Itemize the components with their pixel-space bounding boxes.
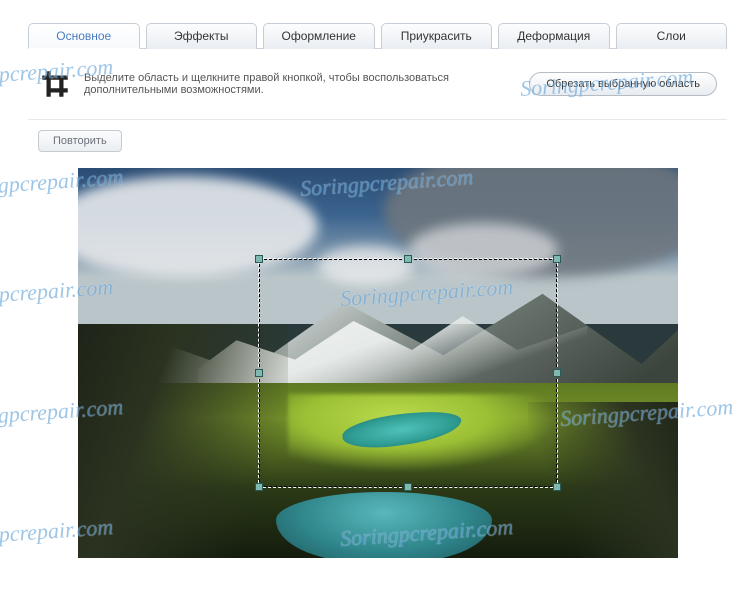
canvas-area xyxy=(28,164,727,568)
crop-handle-se[interactable] xyxy=(553,483,561,491)
app-frame: Основное Эффекты Оформление Приукрасить … xyxy=(0,0,755,578)
crop-hint-text: Выделите область и щелкните правой кнопк… xyxy=(84,72,517,96)
secondary-toolbar: Повторить xyxy=(28,120,727,164)
crop-handle-ne[interactable] xyxy=(553,255,561,263)
main-tabs: Основное Эффекты Оформление Приукрасить … xyxy=(28,22,727,49)
tab-basic[interactable]: Основное xyxy=(28,23,140,49)
crop-handle-w[interactable] xyxy=(255,369,263,377)
image-shadow xyxy=(78,324,288,558)
tab-layers[interactable]: Слои xyxy=(616,23,728,49)
tab-beautify[interactable]: Приукрасить xyxy=(381,23,493,49)
tab-effects[interactable]: Эффекты xyxy=(146,23,258,49)
crop-icon xyxy=(38,67,72,101)
image-lake xyxy=(276,492,492,558)
crop-handle-n[interactable] xyxy=(404,255,412,263)
crop-selected-button[interactable]: Обрезать выбранную область xyxy=(529,72,717,96)
crop-handle-e[interactable] xyxy=(553,369,561,377)
image-canvas[interactable] xyxy=(78,168,678,558)
tab-deform[interactable]: Деформация xyxy=(498,23,610,49)
crop-toolbar: Выделите область и щелкните правой кнопк… xyxy=(28,49,727,120)
crop-handle-sw[interactable] xyxy=(255,483,263,491)
crop-handle-s[interactable] xyxy=(404,483,412,491)
crop-handle-nw[interactable] xyxy=(255,255,263,263)
tab-decoration[interactable]: Оформление xyxy=(263,23,375,49)
crop-selection[interactable] xyxy=(258,258,558,488)
repeat-button[interactable]: Повторить xyxy=(38,130,122,152)
